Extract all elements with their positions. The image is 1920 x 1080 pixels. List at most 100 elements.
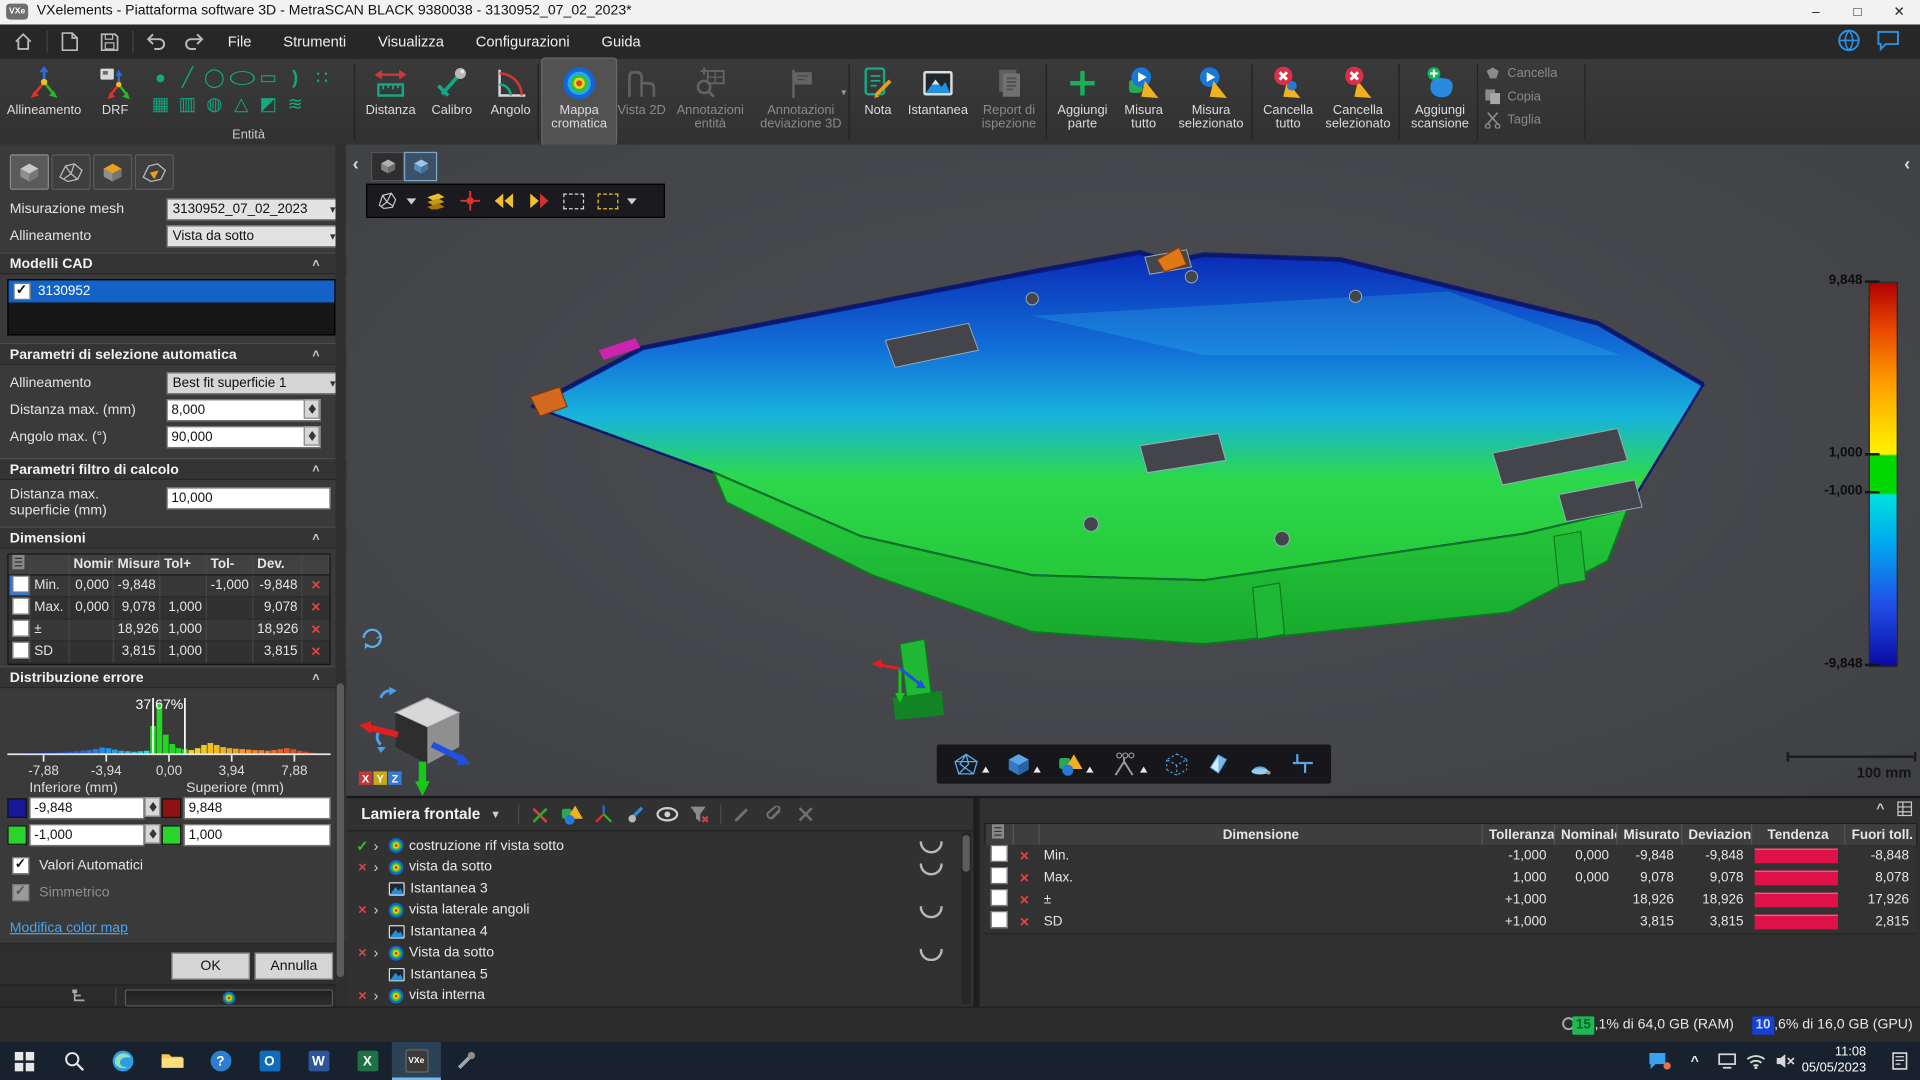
tree-title-dropdown-icon[interactable]: ▼ <box>490 808 501 820</box>
toolbar-more-icon[interactable] <box>627 198 637 204</box>
zoom-selection-icon[interactable] <box>593 187 622 214</box>
undo-icon[interactable] <box>140 28 172 55</box>
limit-spinner[interactable] <box>144 797 160 817</box>
cad-model-row[interactable]: 3130952 <box>9 280 335 302</box>
view-toggle-mesh[interactable] <box>51 154 90 190</box>
collapse-left-panel-icon[interactable]: ‹ <box>353 154 359 175</box>
clipping-dome-icon[interactable] <box>1247 752 1274 776</box>
allineamento-button[interactable]: Allineamento <box>0 59 88 145</box>
limit-color-swatch[interactable] <box>7 798 27 818</box>
mappa-cromatica-button[interactable]: Mappa cromatica <box>542 59 615 145</box>
entities-filter-icon[interactable] <box>556 802 588 826</box>
dimension-row-checkbox[interactable] <box>12 620 29 637</box>
viewport-tab-2[interactable] <box>404 152 437 181</box>
entities-display-icon[interactable] <box>1057 752 1094 776</box>
distanza-button[interactable]: Distanza <box>359 59 423 145</box>
results-delete-icon[interactable]: × <box>1011 889 1038 911</box>
delete-entity-icon[interactable] <box>524 802 556 826</box>
colormap-progress-track[interactable] <box>125 989 333 1006</box>
tree-item[interactable]: Istantanea 5 <box>347 964 959 985</box>
probe-icon[interactable] <box>620 802 652 826</box>
tree-item[interactable]: ×›Vista da sotto <box>347 942 959 963</box>
limit-spinner[interactable] <box>144 824 160 844</box>
limit-color-swatch[interactable] <box>162 825 182 845</box>
navigation-cube[interactable]: X Y Z <box>356 683 493 796</box>
selection-mode-icon[interactable] <box>372 187 401 214</box>
results-row-checkbox[interactable] <box>991 845 1008 862</box>
colormap-curve-icon[interactable] <box>920 863 943 875</box>
cancella-selezionato-button[interactable]: Cancella selezionato <box>1320 59 1396 145</box>
point-entity-icon[interactable]: ● <box>155 67 166 88</box>
file-explorer-icon[interactable] <box>147 1042 196 1080</box>
error-distribution-histogram[interactable]: -7,88-3,940,003,947,8837,67% <box>5 693 336 779</box>
delete-dimension-icon[interactable]: × <box>302 642 329 663</box>
arc-entity-icon[interactable]: ) <box>292 67 298 88</box>
sphere-entity-icon[interactable]: ◍ <box>206 93 222 115</box>
get-help-icon[interactable]: ? <box>196 1042 245 1080</box>
mesh-display-icon[interactable] <box>952 752 989 776</box>
dimension-row-checkbox[interactable] <box>12 576 29 593</box>
grid-entity-icon[interactable]: ▦ <box>152 93 169 115</box>
tree-expander-icon[interactable]: › <box>373 858 388 875</box>
cancella-tutto-button[interactable]: Cancella tutto <box>1256 59 1320 145</box>
tree-item[interactable]: ×›vista da sotto <box>347 857 959 878</box>
max-distance-spinner[interactable] <box>304 399 320 419</box>
colormap-curve-icon[interactable] <box>920 906 943 918</box>
entity-icon-grid[interactable]: ●╱◯◯▭)∷▦▥◍△◩≋ <box>147 64 350 123</box>
results-row-checkbox[interactable] <box>991 889 1008 906</box>
alignment-dropdown[interactable]: Vista da sotto <box>167 225 341 247</box>
view-toggle-solid[interactable] <box>10 154 49 190</box>
home-icon[interactable] <box>7 28 39 55</box>
max-surface-distance-input[interactable] <box>167 487 331 509</box>
view-toggle-solid-colormap[interactable] <box>93 154 132 190</box>
utility-app-icon[interactable] <box>441 1042 490 1080</box>
minimize-button[interactable]: – <box>1795 0 1837 24</box>
edit-colormap-link[interactable]: Modifica color map <box>10 921 128 936</box>
layers-entity-icon[interactable]: ≋ <box>287 93 302 115</box>
notification-center-icon[interactable] <box>1878 1042 1920 1080</box>
tree-item[interactable]: ×›vista interna <box>347 985 959 1006</box>
edge-browser-icon[interactable] <box>98 1042 147 1080</box>
redo-icon[interactable] <box>179 28 211 55</box>
tree-item[interactable]: Istantanea 3 <box>347 878 959 899</box>
calibro-button[interactable]: Calibro <box>422 59 481 145</box>
cad-models-header[interactable]: Modelli CAD˄ <box>0 252 347 274</box>
expand-right-panel-icon[interactable]: ‹ <box>1904 154 1910 175</box>
auto-align-dropdown[interactable]: Best fit superficie 1 <box>167 372 341 394</box>
menu-item-file[interactable]: File <box>228 33 252 50</box>
tree-title[interactable]: Lamiera frontale <box>361 806 480 823</box>
tray-expand-icon[interactable]: ^ <box>1680 1042 1709 1080</box>
word-icon[interactable]: W <box>294 1042 343 1080</box>
language-globe-icon[interactable] <box>1837 28 1866 55</box>
clear-filter-icon[interactable] <box>683 802 715 826</box>
limit-color-swatch[interactable] <box>162 798 182 818</box>
results-row-2[interactable]: ×±+1,00018,92618,92617,926 <box>984 889 1915 912</box>
limit-value-input[interactable] <box>29 797 144 819</box>
filter-params-header[interactable]: Parametri filtro di calcolo˄ <box>0 458 347 480</box>
istantanea-button[interactable]: Istantanea <box>902 59 973 145</box>
colormap-curve-icon[interactable] <box>920 841 943 853</box>
menu-item-guida[interactable]: Guida <box>602 33 641 50</box>
deviation-colorbar[interactable] <box>1869 282 1898 668</box>
table-view-icon[interactable] <box>1897 801 1913 817</box>
dimension-row-checkbox[interactable] <box>12 642 29 659</box>
layers-icon[interactable] <box>421 187 450 214</box>
taskbar-search-icon[interactable] <box>49 1042 98 1080</box>
results-row-checkbox[interactable] <box>991 867 1008 884</box>
rotation-center-icon[interactable]: ? <box>359 624 386 651</box>
misura-tutto-button[interactable]: Misura tutto <box>1114 59 1173 145</box>
tree-item[interactable]: ×›vista laterale angoli <box>347 899 959 920</box>
dimensions-row-±[interactable]: ±18,9261,00018,926× <box>9 620 330 642</box>
viewport-tab-1[interactable] <box>371 152 404 181</box>
viewport-3d[interactable]: ‹ ‹ ? <box>347 144 1920 795</box>
hierarchy-icon[interactable] <box>71 989 88 1004</box>
aggiungi-parte-button[interactable]: Aggiungi parte <box>1051 59 1115 145</box>
new-file-icon[interactable] <box>54 28 86 55</box>
angolo-button[interactable]: Angolo <box>481 59 540 145</box>
colormap-slider-icon[interactable] <box>222 991 237 1006</box>
rectangle-entity-icon[interactable]: ▭ <box>259 66 276 88</box>
menu-item-strumenti[interactable]: Strumenti <box>283 33 346 50</box>
close-button[interactable]: ✕ <box>1878 0 1920 24</box>
delete-dimension-icon[interactable]: × <box>302 598 329 619</box>
auto-values-checkbox[interactable] <box>12 857 29 874</box>
